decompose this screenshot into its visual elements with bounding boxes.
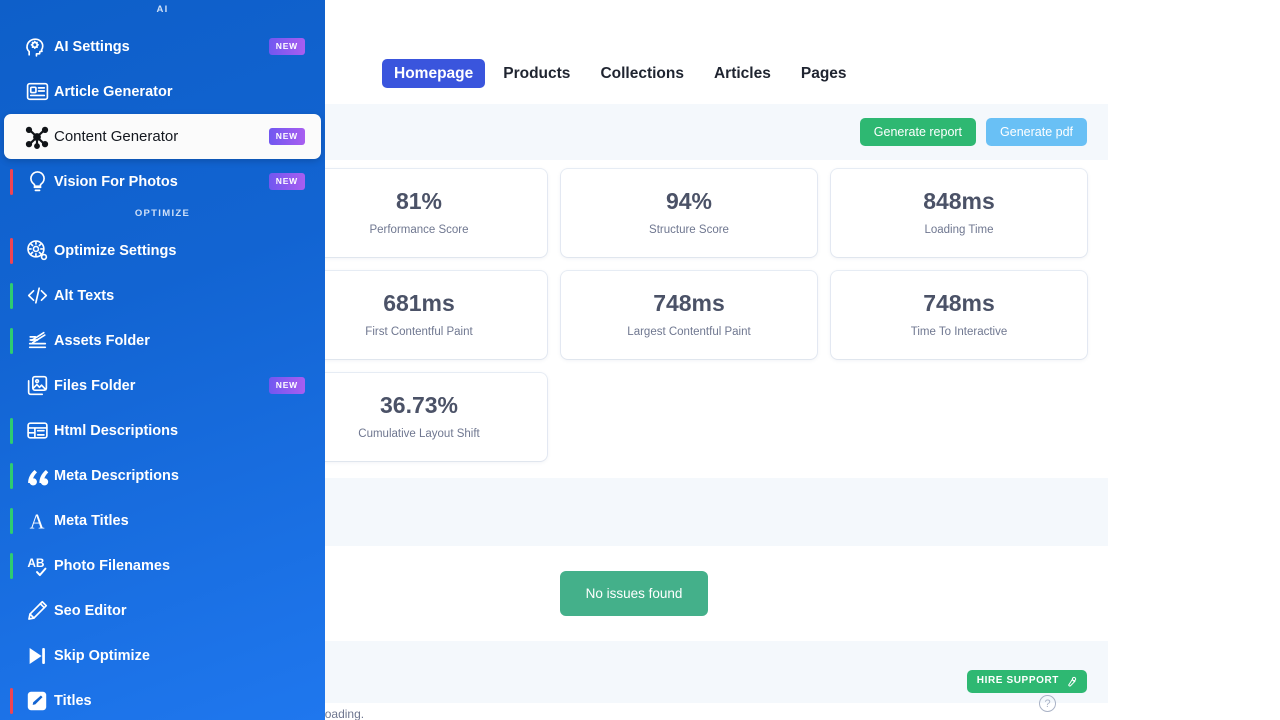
sidebar: AI AI Settings NEW Article Generator Content…: [0, 0, 325, 720]
sidebar-item-ai-settings[interactable]: AI Settings NEW: [4, 24, 321, 69]
metric-card-placeholder: [561, 373, 817, 461]
svg-text:AB: AB: [27, 556, 45, 570]
hire-support-button[interactable]: HIRE SUPPORT: [966, 669, 1087, 693]
tab-articles[interactable]: Articles: [702, 59, 783, 89]
sidebar-item-label: Meta Titles: [54, 512, 129, 529]
sidebar-item-assets-folder[interactable]: Assets Folder: [4, 318, 321, 363]
metric-card: 36.73% Cumulative Layout Shift: [291, 373, 547, 461]
new-badge: NEW: [268, 38, 305, 55]
metric-value: 681ms: [383, 289, 455, 316]
sidebar-item-titles[interactable]: Titles: [4, 678, 321, 720]
code-icon: [20, 283, 54, 308]
metric-label: First Contentful Paint: [365, 325, 473, 338]
sidebar-item-article-generator[interactable]: Article Generator: [4, 69, 321, 114]
table-icon: [20, 418, 54, 443]
ab-check-icon: AB: [20, 553, 54, 579]
sidebar-item-skip-optimize[interactable]: Skip Optimize: [4, 633, 321, 678]
metric-label: Time To Interactive: [910, 325, 1008, 338]
sidebar-item-label: Titles: [54, 692, 92, 709]
metric-value: 94%: [665, 187, 713, 214]
sidebar-item-vision-for-photos[interactable]: Vision For Photos NEW: [4, 159, 321, 204]
brain-gear-icon: [20, 34, 54, 59]
sidebar-item-label: Content Generator: [54, 128, 179, 145]
tab-homepage[interactable]: Homepage: [382, 58, 486, 88]
sidebar-item-seo-editor[interactable]: Seo Editor: [4, 588, 321, 633]
sidebar-item-label: Vision For Photos: [54, 173, 178, 190]
sidebar-item-label: Optimize Settings: [54, 242, 177, 259]
sidebar-group-label: OPTIMIZE: [134, 208, 191, 219]
metric-value: 748ms: [923, 289, 995, 316]
new-badge: NEW: [268, 128, 305, 145]
sidebar-item-accent-bar: [10, 507, 13, 534]
metric-card: 81% Performance Score: [291, 169, 547, 257]
metric-label: Performance Score: [369, 223, 469, 236]
metric-value: 748ms: [653, 289, 725, 316]
wrench-icon: [1066, 676, 1077, 687]
metric-value: 848ms: [923, 187, 995, 214]
metric-value: 81%: [395, 187, 443, 214]
generate-report-button[interactable]: Generate report: [859, 117, 977, 147]
new-badge: NEW: [268, 377, 305, 394]
quote-icon: [20, 463, 54, 489]
metric-card: 748ms Time To Interactive: [831, 271, 1087, 359]
sidebar-item-label: Assets Folder: [54, 332, 150, 349]
app-root: Homepage Products Collections Articles Pages…: [0, 0, 1280, 720]
atom-node-icon: [20, 124, 54, 150]
metric-card: 848ms Loading Time: [831, 169, 1087, 257]
sidebar-item-accent-bar: [10, 237, 13, 264]
sidebar-item-meta-titles[interactable]: A Meta Titles: [4, 498, 321, 543]
help-circle-icon[interactable]: ?: [1039, 695, 1056, 712]
article-card-icon: [20, 79, 54, 104]
assets-stack-icon: [20, 328, 54, 353]
sidebar-item-label: AI Settings: [54, 38, 130, 55]
sidebar-item-files-folder[interactable]: Files Folder NEW: [4, 363, 321, 408]
sidebar-item-content-generator[interactable]: Content Generator NEW: [4, 114, 321, 159]
sidebar-item-alt-texts[interactable]: Alt Texts: [4, 273, 321, 318]
sidebar-item-accent-bar: [10, 168, 13, 195]
sidebar-item-accent-bar: [10, 327, 13, 354]
metric-label: Cumulative Layout Shift: [358, 427, 480, 440]
metric-card: 681ms First Contentful Paint: [291, 271, 547, 359]
sidebar-item-meta-descriptions[interactable]: Meta Descriptions: [4, 453, 321, 498]
metric-label: Structure Score: [649, 223, 729, 236]
tab-products[interactable]: Products: [491, 59, 582, 89]
metric-label: Loading Time: [924, 223, 994, 236]
sidebar-item-photo-filenames[interactable]: AB Photo Filenames: [4, 543, 321, 588]
skip-icon: [20, 643, 54, 669]
sidebar-group-label: AI: [156, 4, 169, 15]
gear-tag-icon: [20, 238, 54, 263]
sidebar-item-label: Skip Optimize: [54, 647, 150, 664]
images-icon: [20, 373, 54, 398]
metric-card: 748ms Largest Contentful Paint: [561, 271, 817, 359]
sidebar-item-accent-bar: [10, 282, 13, 309]
metric-card-placeholder: [831, 373, 1087, 461]
letter-a-icon: A: [20, 508, 54, 534]
metric-card: 94% Structure Score: [561, 169, 817, 257]
no-issues-status-badge[interactable]: No issues found: [559, 570, 709, 617]
hire-support-label: HIRE SUPPORT: [976, 675, 1059, 686]
svg-text:A: A: [30, 511, 45, 533]
new-badge: NEW: [268, 173, 305, 190]
sidebar-item-label: Meta Descriptions: [54, 467, 179, 484]
sidebar-item-accent-bar: [10, 687, 13, 714]
metric-value: 36.73%: [379, 391, 458, 418]
tab-collections[interactable]: Collections: [588, 59, 696, 89]
pencil-icon: [20, 598, 54, 623]
sidebar-item-html-descriptions[interactable]: Html Descriptions: [4, 408, 321, 453]
sidebar-item-label: Article Generator: [54, 83, 173, 100]
edit-square-icon: [20, 688, 54, 714]
sidebar-item-accent-bar: [10, 462, 13, 489]
generate-pdf-button[interactable]: Generate pdf: [986, 117, 1087, 147]
sidebar-item-accent-bar: [10, 552, 13, 579]
sidebar-item-label: Seo Editor: [54, 602, 127, 619]
sidebar-item-label: Photo Filenames: [54, 557, 171, 574]
metric-label: Largest Contentful Paint: [627, 325, 751, 338]
sidebar-item-optimize-settings[interactable]: Optimize Settings: [4, 228, 321, 273]
sidebar-item-label: Html Descriptions: [54, 422, 179, 439]
sidebar-item-label: Alt Texts: [54, 287, 115, 304]
sidebar-item-label: Files Folder: [54, 377, 136, 394]
sidebar-item-accent-bar: [10, 417, 13, 444]
tab-pages[interactable]: Pages: [789, 59, 859, 89]
lightbulb-icon: [20, 169, 54, 194]
